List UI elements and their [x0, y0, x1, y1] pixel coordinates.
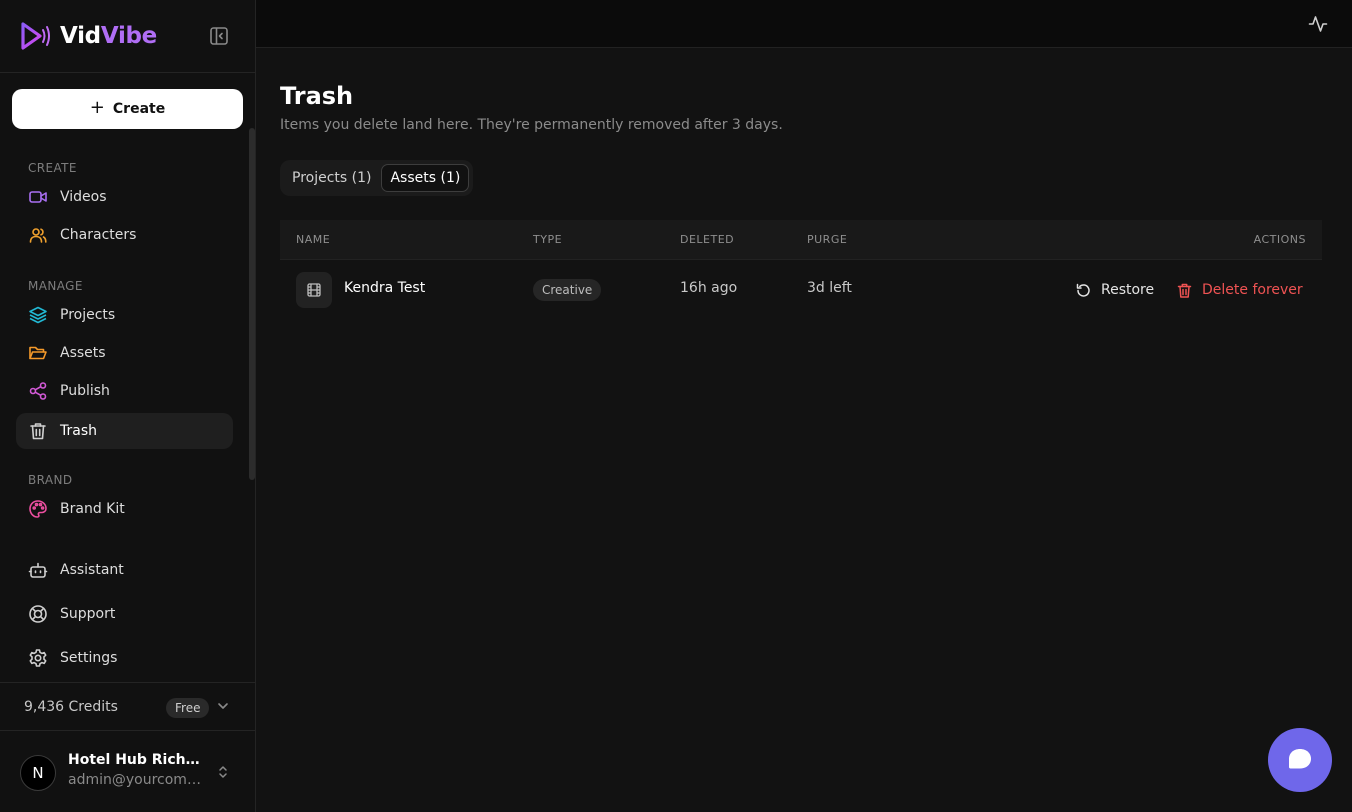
sidebar-item-label: Settings: [60, 650, 118, 666]
create-button[interactable]: + Create: [12, 89, 243, 129]
chevron-down-icon[interactable]: [216, 699, 230, 713]
bot-icon: [28, 562, 48, 578]
column-header-type[interactable]: TYPE: [533, 233, 562, 246]
section-label-brand: BRAND: [28, 473, 73, 487]
tab-assets[interactable]: Assets (1): [381, 164, 470, 192]
restore-button[interactable]: Restore: [1075, 278, 1154, 302]
restore-label: Restore: [1101, 282, 1155, 298]
trash-icon: [30, 423, 46, 440]
gear-icon: [29, 649, 47, 667]
sidebar-item-characters[interactable]: Characters: [16, 217, 233, 253]
sidebar: VidVibe + Create CREATE Videos Character…: [0, 0, 256, 812]
sidebar-item-support[interactable]: Support: [16, 596, 233, 632]
layers-icon: [29, 306, 47, 324]
tab-list: Projects (1) Assets (1): [280, 160, 474, 196]
sidebar-item-projects[interactable]: Projects: [16, 297, 233, 333]
sidebar-scrollbar[interactable]: [249, 128, 255, 480]
rotate-ccw-icon: [1076, 283, 1090, 297]
section-label-manage: MANAGE: [28, 279, 83, 293]
column-header-purge[interactable]: PURGE: [807, 233, 847, 246]
top-bar: [256, 0, 1352, 48]
type-badge: Creative: [533, 279, 602, 301]
page-subtitle: Items you delete land here. They're perm…: [280, 117, 783, 133]
sidebar-item-assistant[interactable]: Assistant: [16, 552, 233, 588]
section-label-create: CREATE: [28, 161, 77, 175]
brand-name: VidVibe: [60, 23, 157, 49]
row-deleted: 16h ago: [680, 280, 738, 296]
plus-icon: +: [89, 97, 105, 118]
sidebar-item-label: Assets: [60, 345, 106, 361]
row-purge: 3d left: [807, 280, 852, 296]
brand-name-part1: Vid: [60, 23, 101, 49]
column-header-name[interactable]: NAME: [296, 233, 330, 246]
sidebar-item-label: Publish: [60, 383, 110, 399]
trash-icon: [1177, 283, 1192, 298]
vidvibe-logo-icon[interactable]: [20, 20, 52, 52]
user-menu[interactable]: N Hotel Hub Richardson admin@yourcompany…: [0, 731, 255, 812]
credits-count: 9,436 Credits: [24, 698, 118, 715]
tab-projects[interactable]: Projects (1): [284, 164, 379, 192]
table-row[interactable]: Kendra Test Creative 16h ago 3d left Res…: [280, 260, 1322, 318]
trash-table: NAME TYPE DELETED PURGE ACTIONS Kendra T…: [280, 220, 1322, 318]
sidebar-item-videos[interactable]: Videos: [16, 179, 233, 215]
sidebar-item-label: Support: [60, 606, 116, 622]
sidebar-item-label: Brand Kit: [60, 501, 125, 517]
table-header: NAME TYPE DELETED PURGE ACTIONS: [280, 220, 1322, 260]
sidebar-item-label: Projects: [60, 307, 116, 323]
brand-name-part2: Vibe: [100, 23, 157, 49]
sidebar-item-publish[interactable]: Publish: [16, 373, 233, 409]
chat-bubble-icon: [1289, 749, 1311, 769]
sidebar-item-label: Trash: [60, 423, 97, 439]
user-name: Hotel Hub Richardson: [68, 752, 204, 768]
users-icon: [29, 228, 47, 243]
chat-launcher-button[interactable]: [1268, 728, 1332, 792]
create-button-label: Create: [112, 101, 166, 117]
sidebar-item-brand-kit[interactable]: Brand Kit: [16, 491, 233, 527]
share-icon: [29, 382, 47, 400]
column-header-actions: ACTIONS: [1253, 233, 1306, 246]
row-name: Kendra Test: [344, 280, 426, 296]
delete-forever-label: Delete forever: [1202, 282, 1303, 298]
sidebar-item-label: Videos: [60, 189, 107, 205]
delete-forever-button[interactable]: Delete forever: [1176, 278, 1303, 302]
chevrons-up-down-icon[interactable]: [216, 764, 230, 780]
activity-icon[interactable]: [1308, 14, 1328, 34]
page-title: Trash: [280, 82, 354, 110]
sidebar-collapse-icon[interactable]: [209, 26, 229, 46]
life-buoy-icon: [29, 605, 47, 623]
credits-bar[interactable]: 9,436 Credits Free: [0, 682, 255, 731]
sidebar-item-assets[interactable]: Assets: [16, 335, 233, 371]
palette-icon: [29, 500, 47, 518]
plan-badge: Free: [166, 698, 210, 718]
avatar: N: [20, 755, 56, 791]
sidebar-item-settings[interactable]: Settings: [16, 640, 233, 676]
user-email: admin@yourcompany.com: [68, 772, 204, 788]
folder-open-icon: [29, 346, 47, 360]
sidebar-item-trash[interactable]: Trash: [16, 413, 233, 449]
video-camera-icon: [29, 191, 47, 203]
film-icon: [296, 272, 332, 308]
sidebar-item-label: Characters: [60, 227, 137, 243]
brand-header: VidVibe: [0, 0, 255, 73]
column-header-deleted[interactable]: DELETED: [680, 233, 734, 246]
sidebar-item-label: Assistant: [60, 562, 124, 578]
